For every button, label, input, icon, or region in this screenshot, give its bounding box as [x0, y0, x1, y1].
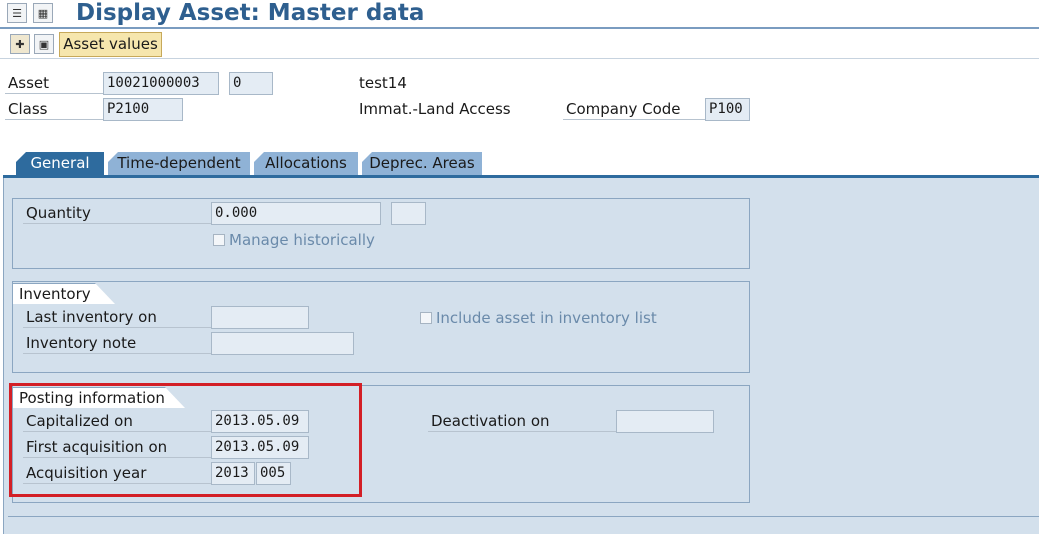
asset-label: Asset: [5, 73, 103, 94]
inventory-note-field[interactable]: [211, 332, 354, 355]
asset-description: test14: [359, 74, 407, 92]
checkbox-icon: [420, 312, 432, 324]
manage-historically-checkbox[interactable]: Manage historically: [213, 230, 375, 250]
tab-time-dependent[interactable]: Time-dependent: [108, 152, 250, 176]
include-in-inventory-checkbox[interactable]: Include asset in inventory list: [420, 308, 657, 328]
page-title: Display Asset: Master data: [76, 0, 425, 26]
capitalized-on-label: Capitalized on: [23, 411, 211, 432]
inventory-note-label: Inventory note: [23, 333, 211, 354]
menu-icon[interactable]: ▦: [33, 3, 53, 23]
first-acquisition-field[interactable]: 2013.05.09: [211, 436, 309, 459]
deactivation-on-field[interactable]: [616, 410, 714, 433]
acquisition-period-field[interactable]: 005: [256, 462, 291, 485]
quantity-unit-field[interactable]: [391, 202, 426, 225]
toolbar-divider: [0, 58, 1039, 59]
class-label: Class: [5, 99, 103, 120]
tab-deprec-areas[interactable]: Deprec. Areas: [362, 152, 482, 176]
first-acquisition-label: First acquisition on: [23, 437, 211, 458]
class-field[interactable]: P2100: [103, 98, 183, 121]
manage-historically-label: Manage historically: [229, 231, 375, 249]
tab-allocations[interactable]: Allocations: [254, 152, 358, 176]
posting-information-title: Posting information: [13, 387, 185, 408]
capitalized-on-field[interactable]: 2013.05.09: [211, 410, 309, 433]
last-inventory-field[interactable]: [211, 306, 309, 329]
acquisition-year-field[interactable]: 2013: [211, 462, 255, 485]
checkbox-icon: [213, 234, 225, 246]
create-icon[interactable]: ✚: [10, 34, 30, 54]
quantity-field[interactable]: 0.000: [211, 202, 381, 225]
panel-bottom-divider: [8, 516, 1039, 517]
display-icon[interactable]: ▣: [34, 34, 54, 54]
include-in-inventory-label: Include asset in inventory list: [436, 309, 657, 327]
last-inventory-label: Last inventory on: [23, 307, 211, 328]
deactivation-on-label: Deactivation on: [428, 411, 616, 432]
class-description: Immat.-Land Access: [359, 100, 511, 118]
tab-general[interactable]: General: [16, 152, 104, 176]
asset-subnumber-field[interactable]: 0: [229, 72, 273, 95]
company-code-label: Company Code: [563, 99, 705, 120]
title-divider: [0, 27, 1039, 29]
asset-number-field[interactable]: 10021000003: [103, 72, 219, 95]
acquisition-year-label: Acquisition year: [23, 463, 211, 484]
tcode-icon[interactable]: ☰: [7, 3, 27, 23]
quantity-label: Quantity: [23, 203, 211, 224]
asset-values-button[interactable]: Asset values: [59, 32, 162, 57]
company-code-field[interactable]: P100: [705, 98, 750, 121]
